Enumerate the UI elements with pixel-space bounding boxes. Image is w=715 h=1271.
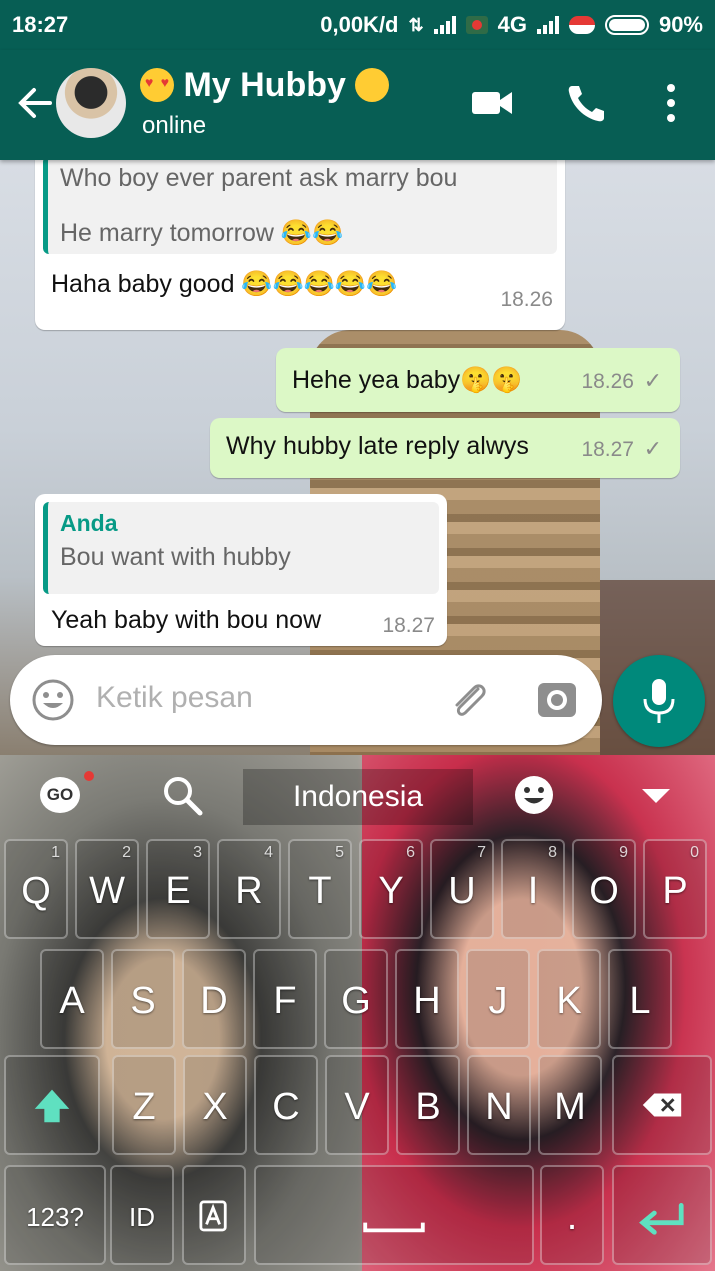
quoted-message[interactable]: Who boy ever parent ask marry bou He mar… <box>43 160 557 254</box>
message-text: Haha baby good 😂😂😂😂😂 <box>51 270 398 298</box>
key-r[interactable]: R4 <box>217 839 281 939</box>
message-incoming[interactable]: Anda Bou want with hubby Yeah baby with … <box>35 494 447 646</box>
contact-status: online <box>142 112 207 139</box>
key-u[interactable]: U7 <box>430 839 494 939</box>
enter-arrow-icon <box>639 1203 684 1235</box>
message-time: 18.26 <box>500 288 553 311</box>
collapse-keyboard-icon[interactable] <box>634 773 678 817</box>
microphone-icon <box>643 679 675 723</box>
notification-dot <box>84 771 94 781</box>
status-time: 18:27 <box>12 12 69 37</box>
search-icon[interactable] <box>160 773 204 817</box>
language-selector[interactable]: Indonesia <box>243 769 473 825</box>
key-h[interactable]: H <box>395 949 459 1049</box>
key-a[interactable]: A <box>40 949 104 1049</box>
quoted-message[interactable]: Anda Bou want with hubby <box>43 502 439 594</box>
more-options-icon[interactable] <box>646 78 696 128</box>
key-b[interactable]: B <box>396 1055 460 1155</box>
sent-check-icon: ✓ <box>643 368 662 393</box>
letter-a-settings-icon <box>199 1200 227 1232</box>
key-e[interactable]: E3 <box>146 839 210 939</box>
key-s[interactable]: S <box>111 949 175 1049</box>
attach-icon[interactable] <box>444 675 494 725</box>
data-activity-icon: ⇅ <box>408 14 424 35</box>
quoted-text: Who boy ever parent ask marry bou <box>60 164 458 192</box>
go-keyboard-logo-icon[interactable]: GO <box>40 777 80 813</box>
chat-header: My Hubby online <box>0 50 715 160</box>
network-speed: 0,00K/d <box>320 12 399 37</box>
message-outgoing[interactable]: Hehe yea baby🤫🤫 18.26 ✓ <box>276 348 680 412</box>
voice-call-icon[interactable] <box>562 78 612 128</box>
flag-icon <box>568 16 595 34</box>
quoted-text: Bou want with hubby <box>60 543 291 571</box>
back-arrow-icon[interactable] <box>14 78 54 128</box>
battery-percent: 90% <box>658 12 703 37</box>
battery-icon <box>604 15 649 35</box>
key-k[interactable]: K <box>537 949 601 1049</box>
message-text: Hehe yea baby🤫🤫 <box>292 366 523 394</box>
contact-name-row[interactable]: My Hubby <box>140 66 390 105</box>
voice-record-button[interactable] <box>613 655 705 747</box>
sent-check-icon: ✓ <box>643 436 662 461</box>
message-text: Yeah baby with bou now <box>51 606 322 634</box>
kiss-emoji-icon <box>355 68 390 102</box>
backspace-key[interactable] <box>612 1055 712 1155</box>
key-v[interactable]: V <box>325 1055 389 1155</box>
key-n[interactable]: N <box>467 1055 531 1155</box>
space-key[interactable] <box>254 1165 534 1265</box>
network-type: 4G <box>497 12 527 37</box>
key-x[interactable]: X <box>183 1055 247 1155</box>
numbers-key[interactable]: 123? <box>4 1165 106 1265</box>
keyboard-toolbar: GO Indonesia <box>0 755 715 835</box>
message-incoming[interactable]: Who boy ever parent ask marry bou He mar… <box>35 160 565 330</box>
backspace-icon <box>642 1093 682 1117</box>
shift-key[interactable] <box>4 1055 100 1155</box>
camera-icon[interactable] <box>532 675 582 725</box>
sim-icon <box>465 16 488 34</box>
key-l[interactable]: L <box>608 949 672 1049</box>
message-time: 18.26 <box>581 370 634 393</box>
key-d[interactable]: D <box>182 949 246 1049</box>
status-bar: 18:27 0,00K/d ⇅ 4G 90% <box>0 0 715 50</box>
quoted-text: He marry tomorrow 😂😂 <box>60 219 344 247</box>
shift-arrow-icon <box>34 1089 70 1123</box>
message-time: 18.27 <box>382 614 435 637</box>
emoji-button-icon[interactable] <box>28 675 78 725</box>
keyboard-settings-key[interactable] <box>182 1165 246 1265</box>
key-y[interactable]: Y6 <box>359 839 423 939</box>
key-c[interactable]: C <box>254 1055 318 1155</box>
message-composer: Ketik pesan <box>10 655 602 745</box>
contact-avatar[interactable] <box>56 68 126 138</box>
language-key[interactable]: ID <box>110 1165 174 1265</box>
signal-icon <box>433 16 456 34</box>
keyboard: GO Indonesia Q1W2E3R4T5Y6U7I8O9P0 ASDFGHJ… <box>0 755 715 1271</box>
key-f[interactable]: F <box>253 949 317 1049</box>
key-g[interactable]: G <box>324 949 388 1049</box>
message-input[interactable]: Ketik pesan <box>96 681 253 715</box>
key-o[interactable]: O9 <box>572 839 636 939</box>
contact-name: My Hubby <box>183 66 346 104</box>
quoted-author: Anda <box>60 510 118 536</box>
key-q[interactable]: Q1 <box>4 839 68 939</box>
message-text: Why hubby late reply alwys <box>226 432 529 460</box>
emoji-keyboard-icon[interactable] <box>512 773 556 817</box>
key-m[interactable]: M <box>538 1055 602 1155</box>
key-z[interactable]: Z <box>112 1055 176 1155</box>
signal-icon-2 <box>536 16 559 34</box>
period-key[interactable]: . <box>540 1165 604 1265</box>
heart-eyes-emoji-icon <box>140 68 174 102</box>
message-time: 18.27 <box>581 438 634 461</box>
message-outgoing[interactable]: Why hubby late reply alwys 18.27 ✓ <box>210 418 680 478</box>
key-p[interactable]: P0 <box>643 839 707 939</box>
key-j[interactable]: J <box>466 949 530 1049</box>
key-t[interactable]: T5 <box>288 839 352 939</box>
key-i[interactable]: I8 <box>501 839 565 939</box>
key-w[interactable]: W2 <box>75 839 139 939</box>
enter-key[interactable] <box>612 1165 712 1265</box>
video-call-icon[interactable] <box>468 78 518 128</box>
space-bar-icon <box>363 1222 425 1233</box>
